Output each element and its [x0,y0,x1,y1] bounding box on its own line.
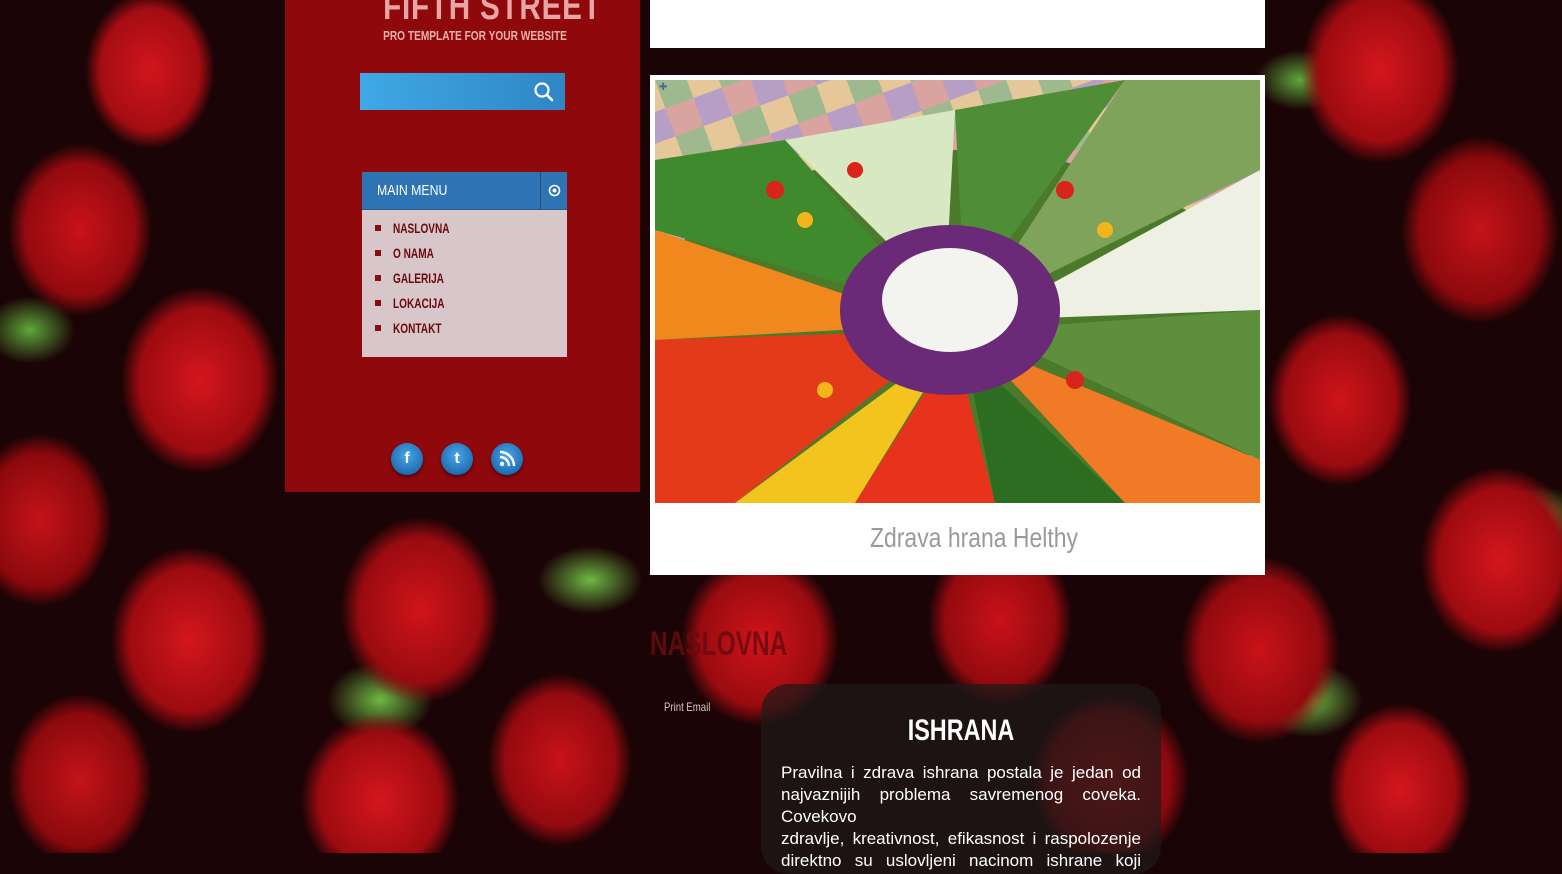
search-icon [534,82,554,102]
slide-image[interactable]: ✚ [655,80,1260,503]
slide-caption: Zdrava hrana Helthy [869,522,1079,553]
article-line: zdravlje, kreativnost, efikasnost i rasp… [781,829,1141,848]
main-menu-title: MAIN MENU [377,182,448,199]
article-card: ISHRANA Pravilna i zdrava ishrana postal… [761,684,1161,874]
menu-item-label: NASLOVNA [393,220,450,236]
logo-subtitle: PRO TEMPLATE FOR YOUR WEBSITE [383,28,567,43]
search-button[interactable] [531,79,557,105]
site-logo[interactable]: FIFTH STREET PRO TEMPLATE FOR YOUR WEBSI… [360,0,602,43]
bullet-icon [375,325,381,331]
article-line: Pravilna i zdrava ishrana postala je jed… [781,763,1141,782]
slideshow: ✚ Zdrava hrana Helthy [650,75,1265,575]
facebook-button[interactable]: f [391,443,423,475]
divider [540,172,541,209]
menu-item-kontakt[interactable]: KONTAKT [362,316,567,341]
facebook-icon: f [404,450,410,467]
menu-item-galerija[interactable]: GALERIJA [362,266,567,291]
menu-item-label: O NAMA [393,245,434,261]
article-line: direktno su uslovljeni nacinom ishrane k… [781,851,1141,870]
menu-item-label: KONTAKT [393,320,442,336]
gear-icon [548,184,561,197]
bullet-icon [375,300,381,306]
main-menu-list: NASLOVNA O NAMA GALERIJA LOKACIJA KONTAK… [362,210,567,341]
menu-item-label: GALERIJA [393,270,444,286]
menu-item-naslovna[interactable]: NASLOVNA [362,216,567,241]
search-input[interactable] [360,73,525,110]
rss-button[interactable] [491,443,523,475]
rss-icon [499,450,516,467]
article-title: ISHRANA [907,714,1015,747]
menu-item-label: LOKACIJA [393,295,445,311]
top-banner [650,0,1265,48]
main-menu-header: MAIN MENU [362,172,567,210]
page-title: NASLOVNA [650,625,788,663]
article-line: najvaznijih problema savremenog coveka. … [781,785,1141,826]
bullet-icon [375,225,381,231]
print-email-link[interactable]: Print Email [664,700,710,714]
article-body: Pravilna i zdrava ishrana postala je jed… [781,762,1141,872]
search-box [360,73,565,110]
menu-item-lokacija[interactable]: LOKACIJA [362,291,567,316]
menu-item-o-nama[interactable]: O NAMA [362,241,567,266]
twitter-button[interactable]: t [441,443,473,475]
menu-toggle-button[interactable] [548,184,561,197]
bullet-icon [375,250,381,256]
main-menu: MAIN MENU NASLOVNA O NAMA GALERIJA LOKAC… [362,172,567,357]
bullet-icon [375,275,381,281]
logo-title: FIFTH STREET [383,0,602,28]
vegetable-platter-image [655,80,1260,503]
slide-corner-icon: ✚ [659,82,668,93]
twitter-icon: t [454,450,460,467]
